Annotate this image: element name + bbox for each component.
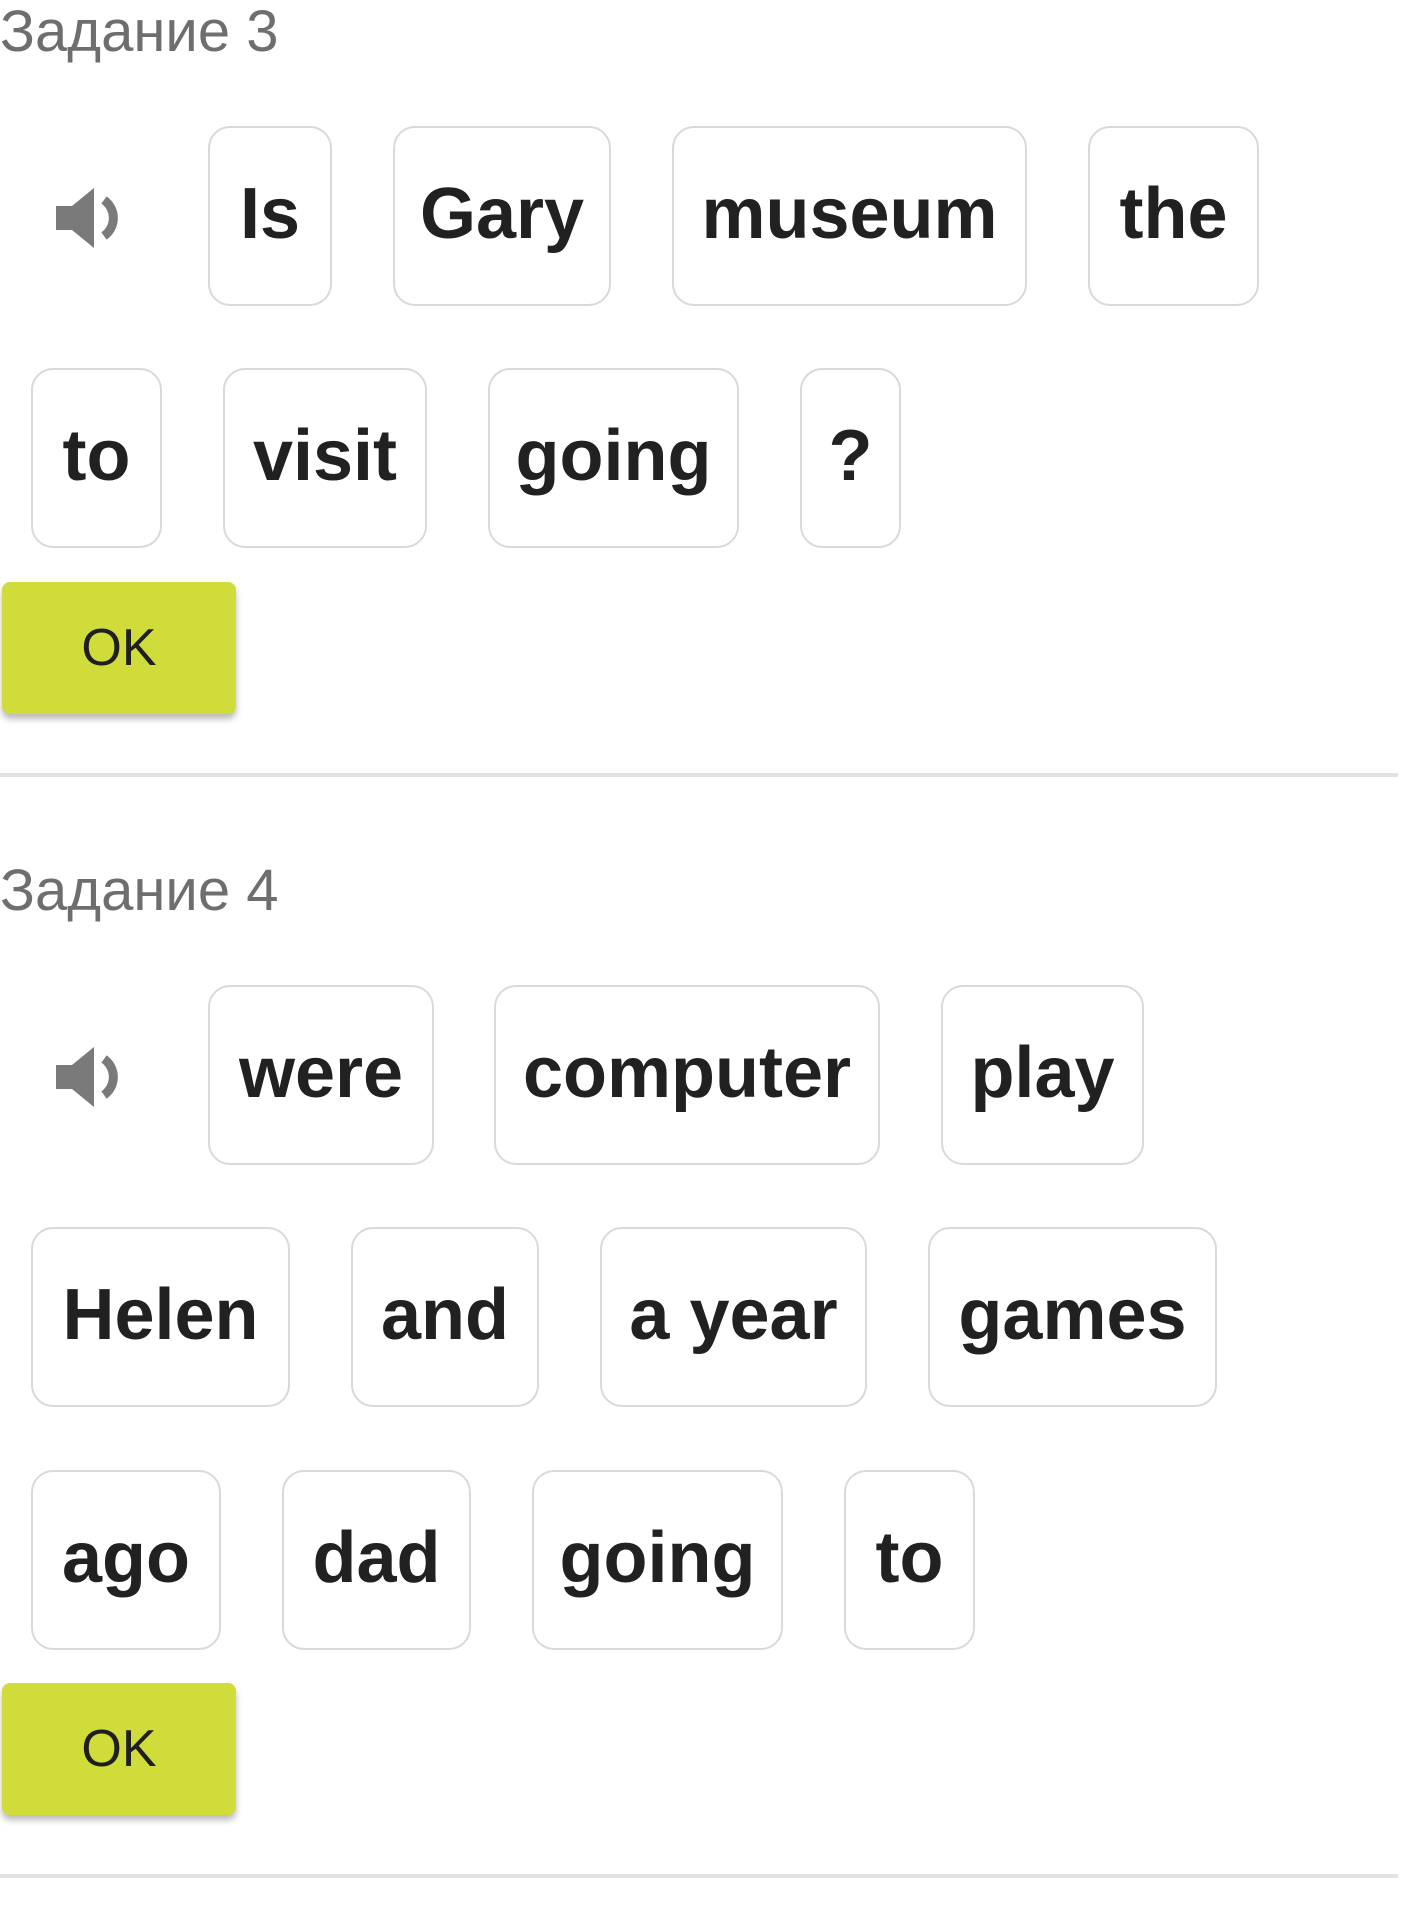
word-tile[interactable]: games <box>928 1227 1217 1407</box>
word-tile[interactable]: play <box>941 985 1144 1165</box>
word-tile[interactable]: ? <box>800 368 901 548</box>
word-tile[interactable]: the <box>1088 126 1259 306</box>
speaker-icon[interactable] <box>50 178 130 258</box>
word-tile[interactable]: to <box>31 368 162 548</box>
word-tile[interactable]: ago <box>31 1470 221 1650</box>
divider <box>0 1874 1398 1878</box>
word-tile[interactable]: and <box>351 1227 539 1407</box>
word-tile[interactable]: dad <box>282 1470 471 1650</box>
ok-button[interactable]: OK <box>2 582 236 714</box>
word-tile[interactable]: Gary <box>393 126 611 306</box>
task-3-title: Задание 3 <box>0 0 279 64</box>
word-tile[interactable]: going <box>488 368 739 548</box>
word-tile[interactable]: Helen <box>31 1227 290 1407</box>
word-tile[interactable]: visit <box>223 368 427 548</box>
word-tile[interactable]: computer <box>494 985 880 1165</box>
word-tile[interactable]: going <box>532 1470 783 1650</box>
word-tile[interactable]: a year <box>600 1227 867 1407</box>
ok-button[interactable]: OK <box>2 1683 236 1815</box>
speaker-volume-icon <box>56 188 118 248</box>
divider <box>0 773 1398 777</box>
word-tile[interactable]: museum <box>672 126 1027 306</box>
word-tile[interactable]: Is <box>208 126 332 306</box>
word-tile[interactable]: to <box>844 1470 975 1650</box>
speaker-icon[interactable] <box>50 1037 130 1117</box>
word-tile[interactable]: were <box>208 985 434 1165</box>
task-4-title: Задание 4 <box>0 858 279 923</box>
speaker-volume-icon <box>56 1047 118 1107</box>
